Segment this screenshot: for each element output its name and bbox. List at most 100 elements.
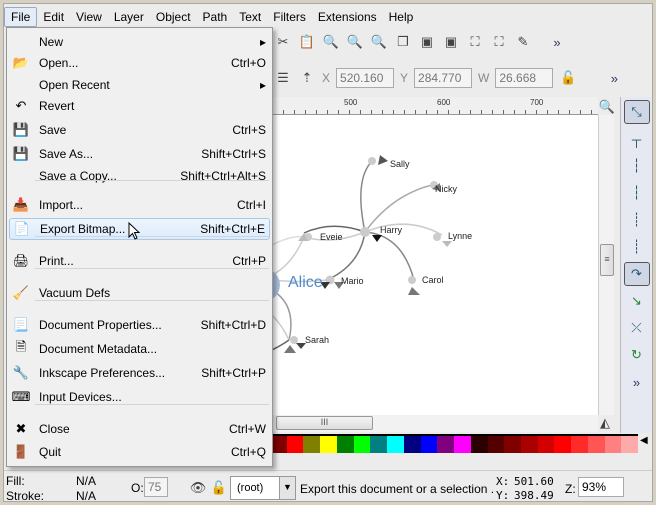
file-menu-item[interactable]: 📃 Document Properties... Shift+Ctrl+D: [9, 314, 270, 336]
horizontal-scroll-thumb[interactable]: III: [276, 416, 373, 430]
x-field[interactable]: 520.160: [336, 68, 395, 88]
menu-item-shortcut: Ctrl+W: [229, 422, 266, 436]
edge: [364, 231, 415, 281]
more-icon[interactable]: »: [605, 69, 623, 87]
snap-nodes-icon[interactable]: ↷: [623, 262, 650, 286]
export-icon: 📄: [13, 221, 31, 236]
cut-icon[interactable]: ✂: [274, 33, 292, 51]
w-field[interactable]: 26.668: [495, 68, 554, 88]
menu-view[interactable]: View: [70, 8, 108, 26]
layer-dropdown[interactable]: (root) ▼: [230, 476, 296, 500]
zoom-1to1-icon[interactable]: 🔍: [598, 98, 616, 116]
snap-midpoint-icon[interactable]: ┊: [624, 208, 650, 232]
zoom-field[interactable]: 93%: [578, 477, 624, 497]
more-icon[interactable]: »: [548, 33, 566, 51]
zoom-page-icon[interactable]: 🔍: [370, 33, 388, 51]
file-menu-item[interactable]: 💾 Save Ctrl+S: [9, 119, 270, 141]
color-swatch[interactable]: [487, 436, 505, 453]
file-menu-item[interactable]: 📂 Open... Ctrl+O: [9, 52, 270, 74]
more-icon[interactable]: »: [624, 370, 650, 394]
color-swatch[interactable]: [521, 436, 538, 453]
xml-editor-icon[interactable]: ✎: [514, 33, 532, 51]
ungroup-icon[interactable]: ▣: [442, 33, 460, 51]
node[interactable]: [360, 227, 370, 237]
menu-filters[interactable]: Filters: [267, 8, 312, 26]
edge: [360, 160, 373, 233]
color-swatch[interactable]: [504, 436, 522, 453]
menu-item-shortcut: Ctrl+O: [230, 56, 266, 70]
metadata-icon: 🗎: [15, 339, 27, 354]
snap-toggle-icon[interactable]: ⤡: [623, 100, 650, 124]
snap-intersection-icon[interactable]: ⤫: [624, 316, 650, 340]
node-alice[interactable]: [248, 269, 280, 301]
node[interactable]: [433, 233, 441, 241]
opacity-field[interactable]: 75: [144, 477, 168, 497]
node[interactable]: [368, 157, 376, 165]
visibility-eye-icon[interactable]: 👁: [189, 479, 207, 497]
color-swatch[interactable]: [437, 436, 455, 453]
color-swatch[interactable]: [587, 436, 605, 453]
chevron-down-icon[interactable]: ▼: [279, 477, 295, 499]
color-swatch[interactable]: [621, 436, 639, 453]
color-swatch[interactable]: [470, 436, 488, 453]
align-icon[interactable]: ☰: [274, 69, 292, 87]
menu-object[interactable]: Object: [150, 8, 197, 26]
color-manage-icon[interactable]: ◭: [596, 414, 614, 432]
snap-bbox-icon[interactable]: ┬: [624, 127, 650, 151]
canvas[interactable]: Sally Nicky Harry Eveie Lynne Alice Mari…: [248, 115, 598, 415]
snap-smooth-icon[interactable]: ↻: [624, 343, 650, 367]
lock-icon[interactable]: 🔓: [210, 479, 228, 497]
zoom-drawing-icon[interactable]: 🔍: [346, 33, 364, 51]
vertical-scroll-thumb[interactable]: ≡: [600, 244, 614, 276]
menu-help[interactable]: Help: [383, 8, 420, 26]
group-icon[interactable]: ▣: [418, 33, 436, 51]
y-field[interactable]: 284.770: [414, 68, 473, 88]
lock-icon[interactable]: 🔓: [559, 69, 577, 87]
color-swatch[interactable]: [353, 436, 371, 453]
menu-edit[interactable]: Edit: [37, 8, 70, 26]
color-swatch[interactable]: [320, 436, 337, 453]
file-menu-item[interactable]: ✖ Close Ctrl+W: [9, 418, 270, 440]
snap-center-icon[interactable]: ┊: [624, 235, 650, 259]
file-menu-item[interactable]: New ▸: [9, 31, 270, 53]
color-swatch[interactable]: [387, 436, 404, 453]
color-swatch[interactable]: [554, 436, 572, 453]
file-menu-item[interactable]: 🚪 Quit Ctrl+Q: [9, 441, 270, 463]
snap-path-icon[interactable]: ↘: [624, 289, 650, 313]
snap-corner-icon[interactable]: ┆: [624, 181, 650, 205]
file-menu-item[interactable]: 🗎 Document Metadata...: [9, 338, 270, 360]
color-swatch[interactable]: [604, 436, 622, 453]
node[interactable]: [408, 276, 416, 284]
file-menu-item[interactable]: 💾 Save As... Shift+Ctrl+S: [9, 143, 270, 165]
menu-extensions[interactable]: Extensions: [312, 8, 383, 26]
color-swatch[interactable]: [286, 436, 304, 453]
color-swatch[interactable]: [571, 436, 588, 453]
menu-text[interactable]: Text: [233, 8, 267, 26]
file-menu-item[interactable]: 📥 Import... Ctrl+I: [9, 194, 270, 216]
duplicate-icon[interactable]: ❐: [394, 33, 412, 51]
color-swatch[interactable]: [454, 436, 471, 453]
file-menu-item[interactable]: Open Recent ▸: [9, 74, 270, 96]
raise-icon[interactable]: ⇡: [298, 69, 316, 87]
zoom-fit-icon[interactable]: ⛶: [466, 33, 484, 51]
color-swatch[interactable]: [303, 436, 321, 453]
menu-path[interactable]: Path: [197, 8, 234, 26]
file-menu-item[interactable]: ↶ Revert: [9, 95, 270, 117]
color-swatch[interactable]: [370, 436, 388, 453]
menu-item-label: Revert: [39, 99, 75, 113]
zoom-fit2-icon[interactable]: ⛶: [490, 33, 508, 51]
ruler-label: 700: [530, 98, 544, 107]
file-menu-item[interactable]: Save a Copy... Shift+Ctrl+Alt+S: [9, 165, 270, 187]
menu-layer[interactable]: Layer: [108, 8, 150, 26]
zoom-selection-icon[interactable]: 🔍: [322, 33, 340, 51]
color-swatch[interactable]: [537, 436, 555, 453]
palette-menu-icon[interactable]: ◀: [640, 435, 648, 446]
node[interactable]: [290, 336, 298, 344]
color-swatch[interactable]: [420, 436, 438, 453]
color-swatch[interactable]: [336, 436, 354, 453]
file-menu-item[interactable]: 🔧 Inkscape Preferences... Shift+Ctrl+P: [9, 362, 270, 384]
snap-edge-icon[interactable]: ┆: [624, 154, 650, 178]
paste-icon[interactable]: 📋: [298, 33, 316, 51]
menu-file[interactable]: File: [4, 7, 38, 27]
color-swatch[interactable]: [403, 436, 421, 453]
